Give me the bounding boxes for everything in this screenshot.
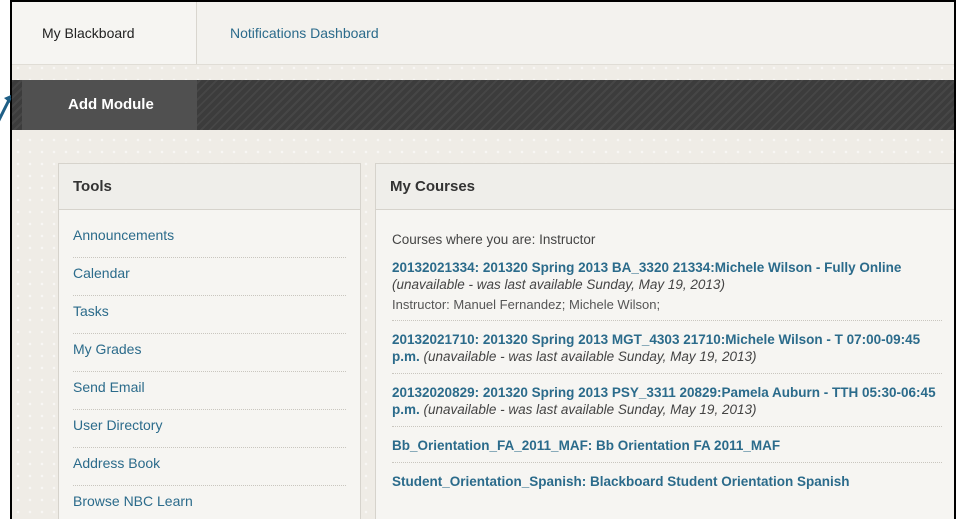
tool-link-announcements[interactable]: Announcements xyxy=(73,220,346,258)
course-link[interactable]: Bb_Orientation_FA_2011_MAF: Bb Orientati… xyxy=(392,438,780,453)
course-item: 20132020829: 201320 Spring 2013 PSY_3311… xyxy=(392,384,942,427)
tool-link-send-email[interactable]: Send Email xyxy=(73,372,346,410)
tools-panel: Tools Announcements Calendar Tasks My Gr… xyxy=(58,163,361,519)
course-availability-note: (unavailable - was last available Sunday… xyxy=(392,277,725,292)
tools-panel-title: Tools xyxy=(59,164,360,210)
course-link[interactable]: 20132021334: 201320 Spring 2013 BA_3320 … xyxy=(392,260,901,275)
course-availability-note: (unavailable - was last available Sunday… xyxy=(423,402,757,417)
add-module-button[interactable]: Add Module xyxy=(22,80,197,130)
my-courses-title: My Courses xyxy=(376,164,954,210)
course-availability-note: (unavailable - was last available Sunday… xyxy=(423,349,757,364)
tab-my-blackboard[interactable]: My Blackboard xyxy=(12,2,197,64)
tool-link-address-book[interactable]: Address Book xyxy=(73,448,346,486)
courses-role-line: Courses where you are: Instructor xyxy=(392,232,596,247)
tool-link-browse-nbc-learn[interactable]: Browse NBC Learn xyxy=(73,486,346,519)
course-item: Student_Orientation_Spanish: Blackboard … xyxy=(392,473,942,498)
course-item: 20132021710: 201320 Spring 2013 MGT_4303… xyxy=(392,331,942,374)
my-courses-panel: My Courses Courses where you are: Instru… xyxy=(375,163,954,519)
course-instructors: Instructor: Manuel Fernandez; Michele Wi… xyxy=(392,297,661,312)
course-item: Bb_Orientation_FA_2011_MAF: Bb Orientati… xyxy=(392,437,942,463)
blackboard-frame: My Blackboard Notifications Dashboard Ad… xyxy=(10,0,956,519)
course-link[interactable]: Student_Orientation_Spanish: Blackboard … xyxy=(392,474,850,489)
tab-bar: My Blackboard Notifications Dashboard xyxy=(12,2,954,65)
tool-link-calendar[interactable]: Calendar xyxy=(73,258,346,296)
tab-notifications-dashboard[interactable]: Notifications Dashboard xyxy=(198,2,409,64)
tool-link-tasks[interactable]: Tasks xyxy=(73,296,346,334)
tools-list: Announcements Calendar Tasks My Grades S… xyxy=(59,210,360,519)
course-item: 20132021334: 201320 Spring 2013 BA_3320 … xyxy=(392,259,942,321)
tool-link-user-directory[interactable]: User Directory xyxy=(73,410,346,448)
arrow-icon xyxy=(0,95,12,122)
tool-link-my-grades[interactable]: My Grades xyxy=(73,334,346,372)
